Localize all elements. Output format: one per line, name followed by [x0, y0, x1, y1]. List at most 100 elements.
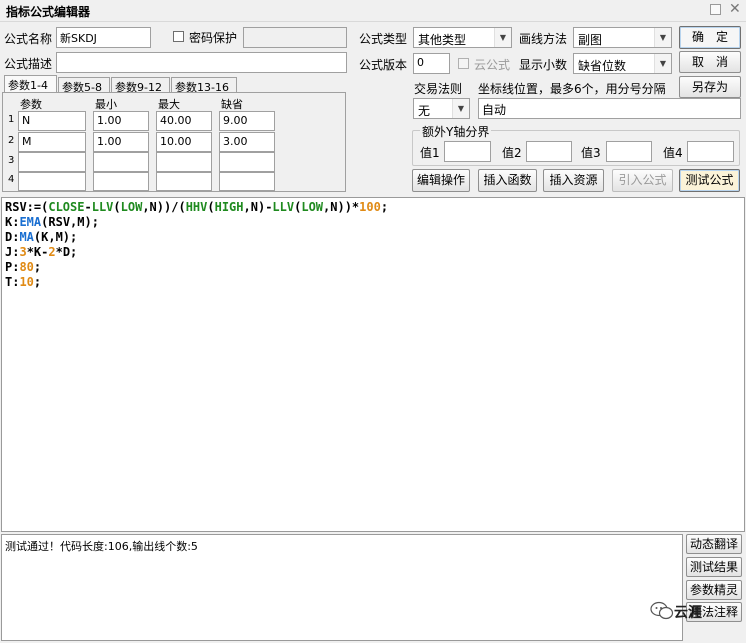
- param-header-name: 参数: [20, 98, 42, 111]
- param-wizard-button[interactable]: 参数精灵: [686, 580, 742, 600]
- formula-type-select[interactable]: 其他类型 ▼: [413, 27, 512, 48]
- code-line: D:MA(K,M);: [5, 230, 741, 245]
- edit-ops-button[interactable]: 编辑操作: [412, 169, 470, 192]
- param-row-index: 1: [8, 114, 15, 125]
- param-name-input[interactable]: [18, 152, 86, 172]
- code-token: *D;: [55, 245, 78, 259]
- formula-desc-label: 公式描述: [4, 57, 53, 71]
- output-panel[interactable]: 测试通过！代码长度:106,输出线个数:5: [1, 534, 683, 641]
- param-min-input[interactable]: [93, 152, 149, 172]
- param-min-input[interactable]: [93, 172, 149, 191]
- code-token: ;: [33, 260, 42, 274]
- maximize-button[interactable]: [710, 4, 721, 15]
- param-default-input[interactable]: 3.00: [219, 132, 275, 152]
- cloud-formula-checkbox[interactable]: [458, 58, 469, 69]
- y-value-1-input[interactable]: [444, 141, 491, 162]
- code-token: D:: [5, 230, 20, 244]
- code-line: P:80;: [5, 260, 741, 275]
- test-formula-button[interactable]: 测试公式: [679, 169, 740, 192]
- chevron-down-icon: ▼: [452, 99, 469, 118]
- code-lines: RSV:=(CLOSE-LLV(LOW,N))/(HHV(HIGH,N)-LLV…: [2, 198, 744, 292]
- code-token: *K-: [26, 245, 49, 259]
- code-token: 10: [19, 275, 34, 289]
- code-token: CLOSE: [48, 200, 85, 214]
- param-max-input[interactable]: [156, 172, 212, 191]
- code-line: K:EMA(RSV,M);: [5, 215, 741, 230]
- output-message: 测试通过！代码长度:106,输出线个数:5: [5, 540, 198, 553]
- param-row-index: 2: [8, 135, 15, 146]
- code-token: -: [84, 200, 92, 214]
- formula-version-input[interactable]: 0: [413, 53, 450, 74]
- code-token: 2: [48, 245, 56, 259]
- code-token: EMA: [19, 215, 42, 229]
- code-token: (: [207, 200, 215, 214]
- code-token: K:: [5, 215, 20, 229]
- cancel-button[interactable]: 取 消: [679, 51, 741, 73]
- code-token: J:: [5, 245, 20, 259]
- close-button[interactable]: ✕: [729, 1, 741, 17]
- y-value-2-label: 值2: [502, 146, 522, 160]
- draw-method-value: 副图: [578, 33, 603, 47]
- y-value-1-label: 值1: [420, 146, 440, 160]
- code-token: HIGH: [214, 200, 244, 214]
- code-token: LLV: [91, 200, 114, 214]
- param-row-index: 4: [8, 174, 15, 185]
- decimals-label: 显示小数: [519, 58, 568, 72]
- chevron-down-icon: ▼: [654, 28, 671, 47]
- param-row-index: 3: [8, 155, 15, 166]
- trade-rule-value: 无: [418, 104, 431, 118]
- y-value-2-input[interactable]: [526, 141, 572, 162]
- y-value-4-input[interactable]: [687, 141, 734, 162]
- trade-rule-select[interactable]: 无 ▼: [413, 98, 470, 119]
- param-min-input[interactable]: 1.00: [93, 111, 149, 131]
- y-value-3-input[interactable]: [606, 141, 652, 162]
- import-formula-button[interactable]: 引入公式: [612, 169, 673, 192]
- draw-method-label: 画线方法: [519, 32, 568, 46]
- param-max-input[interactable]: 40.00: [156, 111, 212, 131]
- param-min-input[interactable]: 1.00: [93, 132, 149, 152]
- param-header-max: 最大: [158, 98, 180, 111]
- param-name-input[interactable]: [18, 172, 86, 191]
- formula-desc-input[interactable]: [56, 52, 347, 73]
- param-max-input[interactable]: [156, 152, 212, 172]
- param-default-input[interactable]: 9.00: [219, 111, 275, 131]
- param-name-input[interactable]: M: [18, 132, 86, 152]
- password-input[interactable]: [243, 27, 347, 48]
- dynamic-translate-button[interactable]: 动态翻译: [686, 534, 742, 554]
- test-result-button[interactable]: 测试结果: [686, 557, 742, 577]
- code-token: ;: [33, 275, 42, 289]
- ok-button[interactable]: 确 定: [679, 26, 741, 49]
- extra-y-axis-label: 额外Y轴分界: [420, 123, 492, 140]
- code-token: ;: [380, 200, 389, 214]
- password-checkbox[interactable]: [173, 31, 184, 42]
- insert-resource-button[interactable]: 插入资源: [543, 169, 604, 192]
- cloud-formula-label: 云公式: [474, 58, 511, 72]
- save-as-button[interactable]: 另存为: [679, 76, 741, 98]
- decimals-value: 缺省位数: [578, 59, 627, 73]
- coord-line-input[interactable]: 自动: [478, 98, 741, 119]
- title-bar: [0, 0, 746, 22]
- param-header-default: 缺省: [221, 98, 243, 111]
- code-token: 80: [19, 260, 34, 274]
- chevron-down-icon: ▼: [654, 54, 671, 73]
- decimals-select[interactable]: 缺省位数 ▼: [573, 53, 672, 74]
- param-header-min: 最小: [95, 98, 117, 111]
- code-token: MA: [19, 230, 34, 244]
- insert-function-button[interactable]: 插入函数: [478, 169, 537, 192]
- wechat-icon: [650, 601, 674, 620]
- param-default-input[interactable]: [219, 152, 275, 172]
- param-max-input[interactable]: 10.00: [156, 132, 212, 152]
- draw-method-select[interactable]: 副图 ▼: [573, 27, 672, 48]
- watermark-text: 云涯: [674, 605, 702, 621]
- formula-type-value: 其他类型: [418, 33, 467, 47]
- param-name-input[interactable]: N: [18, 111, 86, 131]
- code-token: P:: [5, 260, 20, 274]
- code-token: ,N)-: [243, 200, 273, 214]
- param-default-input[interactable]: [219, 172, 275, 191]
- password-label: 密码保护: [189, 31, 238, 45]
- code-token: ,N))/(: [142, 200, 186, 214]
- code-line: J:3*K-2*D;: [5, 245, 741, 260]
- formula-name-input[interactable]: 新SKDJ: [56, 27, 151, 48]
- code-token: HHV: [185, 200, 208, 214]
- code-editor[interactable]: RSV:=(CLOSE-LLV(LOW,N))/(HHV(HIGH,N)-LLV…: [1, 197, 745, 532]
